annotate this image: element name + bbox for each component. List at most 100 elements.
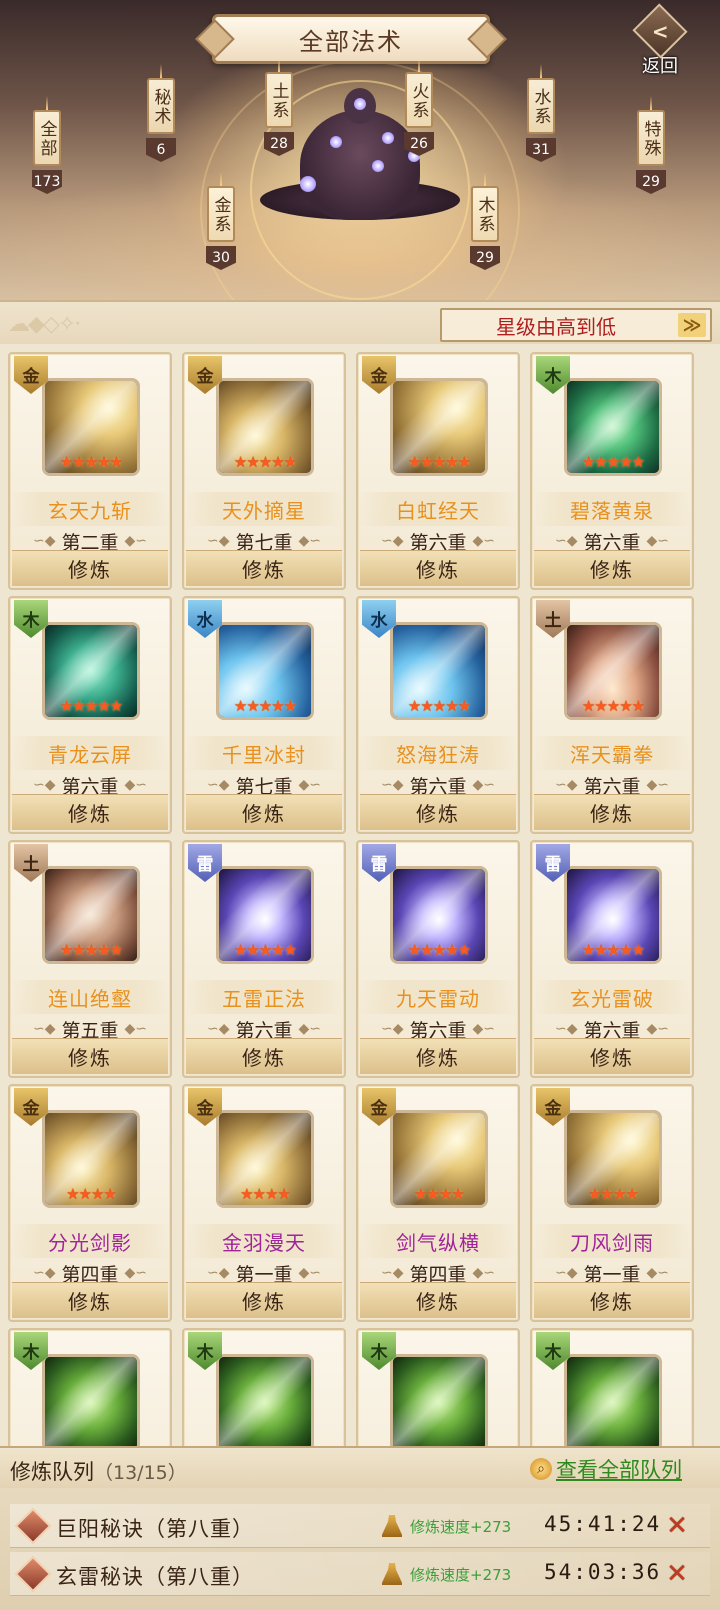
spell-card[interactable]: 金 ★★★★ 分光剑影 ∽◆ 第四重 ◆∽ 修炼: [8, 1084, 172, 1322]
star-rating: ★★★★: [240, 1185, 291, 1203]
cloud-ornament-icon: ☁◆◇✧·: [8, 312, 81, 337]
cancel-icon[interactable]: ✕: [662, 1560, 692, 1588]
train-button[interactable]: 修炼: [360, 1038, 516, 1074]
star-rating: ★★★★★: [233, 697, 297, 715]
skill-scroll-icon: [14, 1507, 52, 1545]
star-rating: ★★★★★: [407, 697, 471, 715]
spell-name: 浑天霸拳: [532, 736, 692, 770]
spell-grid: 金 ★★★★★ 玄天九斩 ∽◆ 第二重 ◆∽ 修炼金 ★★★★★ 天外摘星 ∽◆ 第七重 ◆∽ 修炼金 ★…: [8, 352, 712, 1446]
spell-card[interactable]: 木: [8, 1328, 172, 1446]
category-tag-special[interactable]: 特殊 29: [636, 96, 666, 194]
category-tag-fire[interactable]: 火系 26: [404, 58, 434, 156]
star-rating: ★★★★★: [233, 453, 297, 471]
star-rating: ★★★★★: [407, 453, 471, 471]
spell-name: 怒海狂涛: [358, 736, 518, 770]
spell-card[interactable]: 金 ★★★★ 金羽漫天 ∽◆ 第一重 ◆∽ 修炼: [182, 1084, 346, 1322]
sort-selected-value: 星级由高到低: [496, 314, 616, 339]
spell-name: 剑气纵横: [358, 1224, 518, 1258]
spell-card[interactable]: 雷 ★★★★★ 玄光雷破 ∽◆ 第六重 ◆∽ 修炼: [530, 840, 694, 1078]
chakra-orb: [354, 98, 366, 110]
spell-card[interactable]: 金 ★★★★★ 白虹经天 ∽◆ 第六重 ◆∽ 修炼: [356, 352, 520, 590]
star-rating: ★★★★★: [581, 697, 645, 715]
bell-speed-icon: [382, 1563, 402, 1585]
spell-icon: ★★★★: [42, 1110, 140, 1208]
train-button[interactable]: 修炼: [12, 1038, 168, 1074]
page-title-banner: 全部法术: [212, 14, 490, 64]
queue-item-name: 玄雷秘诀（第八重）: [56, 1565, 254, 1589]
category-tag-water[interactable]: 水系 31: [526, 64, 556, 162]
chakra-orb: [372, 160, 384, 172]
spell-icon: ★★★★★: [42, 378, 140, 476]
spell-card[interactable]: 木 ★★★★★ 碧落黄泉 ∽◆ 第六重 ◆∽ 修炼: [530, 352, 694, 590]
spell-name: 玄天九斩: [10, 492, 170, 526]
chakra-orb: [382, 132, 394, 144]
training-queue: 修炼队列（13/15） ⌕ 查看全部队列 巨阳秘诀（第八重） 修炼速度+273 …: [0, 1446, 720, 1610]
train-button[interactable]: 修炼: [186, 1282, 342, 1318]
queue-title: 修炼队列（13/15）: [10, 1460, 187, 1484]
spell-card[interactable]: 雷 ★★★★★ 五雷正法 ∽◆ 第六重 ◆∽ 修炼: [182, 840, 346, 1078]
spell-icon: ★★★★: [390, 1110, 488, 1208]
queue-item-speed: 修炼速度+273: [410, 1566, 512, 1584]
back-button[interactable]: < 返回: [628, 3, 692, 78]
star-rating: ★★★★: [414, 1185, 465, 1203]
spell-icon: ★★★★★: [216, 378, 314, 476]
spell-name: 分光剑影: [10, 1224, 170, 1258]
spell-card[interactable]: 木 ★★★★★ 青龙云屏 ∽◆ 第六重 ◆∽ 修炼: [8, 596, 172, 834]
train-button[interactable]: 修炼: [12, 794, 168, 830]
spell-card[interactable]: 木: [182, 1328, 346, 1446]
spell-card[interactable]: 水 ★★★★★ 怒海狂涛 ∽◆ 第六重 ◆∽ 修炼: [356, 596, 520, 834]
train-button[interactable]: 修炼: [360, 1282, 516, 1318]
category-tag-all[interactable]: 全部 173: [32, 96, 62, 194]
train-button[interactable]: 修炼: [360, 794, 516, 830]
train-button[interactable]: 修炼: [534, 1282, 690, 1318]
category-tag-metal[interactable]: 金系 30: [206, 172, 236, 270]
spell-card[interactable]: 木: [356, 1328, 520, 1446]
queue-item-timer: 54:03:36: [544, 1560, 662, 1584]
train-button[interactable]: 修炼: [534, 1038, 690, 1074]
sort-dropdown[interactable]: 星级由高到低 ≫: [440, 308, 712, 342]
category-tag-earth[interactable]: 土系 28: [264, 58, 294, 156]
spell-name: 刀风剑雨: [532, 1224, 692, 1258]
category-tag-secret[interactable]: 秘术 6: [146, 64, 176, 162]
train-button[interactable]: 修炼: [360, 550, 516, 586]
spell-card[interactable]: 雷 ★★★★★ 九天雷动 ∽◆ 第六重 ◆∽ 修炼: [356, 840, 520, 1078]
skill-scroll-icon: [14, 1555, 52, 1593]
spell-icon: ★★★★: [564, 1110, 662, 1208]
train-button[interactable]: 修炼: [534, 794, 690, 830]
train-button[interactable]: 修炼: [186, 550, 342, 586]
spell-card[interactable]: 金 ★★★★ 刀风剑雨 ∽◆ 第一重 ◆∽ 修炼: [530, 1084, 694, 1322]
spell-card[interactable]: 水 ★★★★★ 千里冰封 ∽◆ 第七重 ◆∽ 修炼: [182, 596, 346, 834]
category-tag-wood[interactable]: 木系 29: [470, 172, 500, 270]
train-button[interactable]: 修炼: [186, 794, 342, 830]
queue-item-name: 巨阳秘诀（第八重）: [56, 1517, 254, 1541]
train-button[interactable]: 修炼: [12, 550, 168, 586]
spell-card[interactable]: 金 ★★★★★ 玄天九斩 ∽◆ 第二重 ◆∽ 修炼: [8, 352, 172, 590]
back-arrow-icon: <: [632, 3, 688, 59]
sort-bar: ☁◆◇✧· 星级由高到低 ≫: [0, 300, 720, 344]
train-button[interactable]: 修炼: [12, 1282, 168, 1318]
star-rating: ★★★★★: [407, 941, 471, 959]
spell-name: 天外摘星: [184, 492, 344, 526]
spell-card[interactable]: 土 ★★★★★ 连山绝壑 ∽◆ 第五重 ◆∽ 修炼: [8, 840, 172, 1078]
chevron-down-icon: ≫: [678, 313, 706, 337]
spell-icon: ★★★★★: [390, 866, 488, 964]
star-rating: ★★★★★: [581, 453, 645, 471]
spell-card[interactable]: 金 ★★★★★ 天外摘星 ∽◆ 第七重 ◆∽ 修炼: [182, 352, 346, 590]
view-all-queue-link[interactable]: ⌕ 查看全部队列: [530, 1454, 682, 1484]
header-scene: 全部法术 < 返回 全部 173 秘术 6 土系 28 火系 26 水系 31 …: [0, 0, 720, 300]
spell-icon: ★★★★★: [216, 622, 314, 720]
bell-speed-icon: [382, 1515, 402, 1537]
spell-card[interactable]: 金 ★★★★ 剑气纵横 ∽◆ 第四重 ◆∽ 修炼: [356, 1084, 520, 1322]
queue-item: 巨阳秘诀（第八重） 修炼速度+273 45:41:24 ✕: [10, 1504, 710, 1548]
spell-icon: ★★★★★: [42, 622, 140, 720]
spell-card[interactable]: 土 ★★★★★ 浑天霸拳 ∽◆ 第六重 ◆∽ 修炼: [530, 596, 694, 834]
spell-name: 五雷正法: [184, 980, 344, 1014]
train-button[interactable]: 修炼: [186, 1038, 342, 1074]
spell-icon: [42, 1354, 140, 1446]
queue-item-speed: 修炼速度+273: [410, 1518, 512, 1536]
train-button[interactable]: 修炼: [534, 550, 690, 586]
cancel-icon[interactable]: ✕: [662, 1512, 692, 1540]
star-rating: ★★★★: [66, 1185, 117, 1203]
spell-card[interactable]: 木: [530, 1328, 694, 1446]
chakra-orb: [300, 176, 316, 192]
